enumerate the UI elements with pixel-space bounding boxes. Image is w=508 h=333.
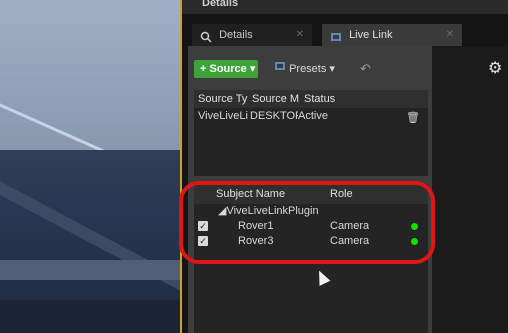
live-link-toolbar: + Source ▾ Presets ▾ ↶ [190, 56, 430, 82]
side-panel [432, 46, 508, 333]
tab-live-link[interactable]: Live Link ✕ [322, 24, 462, 46]
add-source-button[interactable]: + Source ▾ [194, 60, 258, 78]
column-status[interactable]: Status [304, 90, 354, 108]
tab-row: Details ✕ Live Link ✕ [182, 24, 508, 46]
top-title: Details [202, 0, 239, 9]
presets-label: Presets ▾ [289, 63, 335, 75]
sources-header: Source Ty Source M Status [194, 90, 428, 108]
source-type: ViveLiveLi [198, 110, 248, 122]
scene-floor-shadow [0, 300, 180, 333]
close-icon[interactable]: ✕ [446, 24, 454, 46]
viewport-scene [0, 0, 180, 333]
viewport-border [180, 0, 182, 333]
sources-list: Source Ty Source M Status ViveLiveLi DES… [194, 90, 428, 176]
column-source-type[interactable]: Source Ty [198, 90, 250, 108]
annotation-highlight [179, 181, 435, 264]
close-icon[interactable]: ✕ [296, 24, 304, 46]
live-link-icon [330, 29, 342, 42]
trash-icon[interactable]: 🗑 [406, 110, 420, 126]
presets-icon [274, 62, 289, 75]
scene-floor [0, 260, 180, 280]
search-icon [200, 29, 212, 43]
tab-live-link-label: Live Link [349, 29, 393, 41]
source-machine: DESKTOP- [250, 110, 298, 122]
source-row[interactable]: ViveLiveLi DESKTOP- Active 🗑 [194, 108, 428, 124]
undo-icon[interactable]: ↶ [360, 60, 371, 78]
top-bar: Details [182, 0, 508, 14]
column-source-machine[interactable]: Source M [252, 90, 300, 108]
settings-gear-icon[interactable]: ⚙ [488, 58, 502, 78]
presets-button[interactable]: Presets ▾ [274, 60, 335, 78]
source-status: Active [298, 110, 328, 122]
tab-details[interactable]: Details ✕ [192, 24, 312, 46]
tab-details-label: Details [219, 29, 253, 41]
